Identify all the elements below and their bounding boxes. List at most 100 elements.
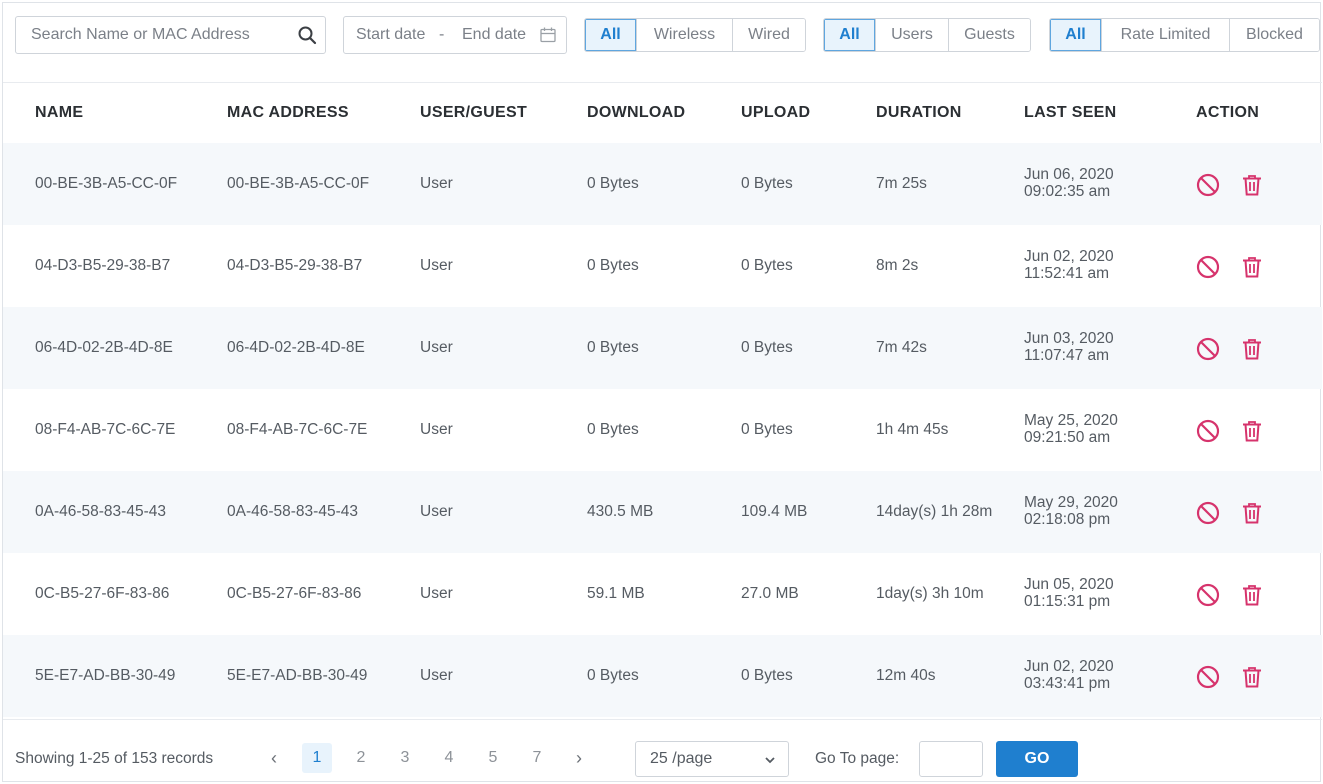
cell-user-guest: User: [420, 257, 453, 274]
filter-status-rate-limited[interactable]: Rate Limited: [1101, 19, 1229, 51]
last-seen-date: Jun 03, 2020: [1024, 330, 1114, 347]
column-header-mac[interactable]: MAC ADDRESS: [227, 83, 349, 143]
last-seen-time: 01:15:31 pm: [1024, 593, 1111, 610]
filter-type-guests[interactable]: Guests: [948, 19, 1030, 51]
filter-status-blocked[interactable]: Blocked: [1229, 19, 1319, 51]
trash-icon[interactable]: [1240, 501, 1264, 525]
cell-mac: 0C-B5-27-6F-83-86: [227, 585, 362, 602]
block-icon[interactable]: [1196, 173, 1220, 197]
prev-page-button[interactable]: ‹: [259, 743, 289, 773]
trash-icon[interactable]: [1240, 583, 1264, 607]
trash-icon[interactable]: [1240, 337, 1264, 361]
cell-name: 00-BE-3B-A5-CC-0F: [35, 175, 178, 192]
cell-download: 59.1 MB: [587, 585, 645, 602]
page-7[interactable]: 7: [522, 743, 552, 773]
trash-icon[interactable]: [1240, 173, 1264, 197]
table-row[interactable]: 0C-B5-27-6F-83-86 0C-B5-27-6F-83-86 User…: [3, 553, 1322, 635]
cell-last-seen: Jun 05, 2020 01:15:31 pm: [1024, 576, 1114, 610]
cell-mac: 5E-E7-AD-BB-30-49: [227, 667, 368, 684]
table-row[interactable]: 0A-46-58-83-45-43 0A-46-58-83-45-43 User…: [3, 471, 1322, 553]
cell-duration: 8m 2s: [876, 257, 919, 274]
next-page-button[interactable]: ›: [564, 743, 594, 773]
page-3[interactable]: 3: [390, 743, 420, 773]
last-seen-date: Jun 05, 2020: [1024, 576, 1114, 593]
block-icon[interactable]: [1196, 665, 1220, 689]
cell-mac: 04-D3-B5-29-38-B7: [227, 257, 363, 274]
cell-mac: 06-4D-02-2B-4D-8E: [227, 339, 365, 356]
start-date-field[interactable]: Start date: [356, 17, 425, 53]
column-header-user-guest[interactable]: USER/GUEST: [420, 83, 527, 143]
cell-user-guest: User: [420, 175, 453, 192]
block-icon[interactable]: [1196, 337, 1220, 361]
status-filter: All Rate Limited Blocked: [1049, 18, 1320, 52]
filter-toolbar: Search Name or MAC Address Start date - …: [3, 3, 1322, 83]
column-header-last-seen[interactable]: LAST SEEN: [1024, 83, 1117, 143]
last-seen-date: May 25, 2020: [1024, 412, 1118, 429]
search-placeholder: Search Name or MAC Address: [31, 26, 250, 43]
goto-page-input[interactable]: [919, 741, 983, 777]
last-seen-date: Jun 02, 2020: [1024, 658, 1114, 675]
trash-icon[interactable]: [1240, 419, 1264, 443]
page-4[interactable]: 4: [434, 743, 464, 773]
column-header-duration[interactable]: DURATION: [876, 83, 962, 143]
cell-last-seen: Jun 02, 2020 03:43:41 pm: [1024, 658, 1114, 692]
filter-type-users[interactable]: Users: [875, 19, 948, 51]
table-row[interactable]: 04-D3-B5-29-38-B7 04-D3-B5-29-38-B7 User…: [3, 225, 1322, 307]
search-input[interactable]: Search Name or MAC Address: [15, 16, 326, 54]
cell-last-seen: May 25, 2020 09:21:50 am: [1024, 412, 1118, 446]
cell-user-guest: User: [420, 339, 453, 356]
table-row[interactable]: 06-4D-02-2B-4D-8E 06-4D-02-2B-4D-8E User…: [3, 307, 1322, 389]
cell-upload: 0 Bytes: [741, 421, 793, 438]
filter-status-all[interactable]: All: [1050, 19, 1101, 51]
cell-user-guest: User: [420, 503, 453, 520]
trash-icon[interactable]: [1240, 665, 1264, 689]
trash-icon[interactable]: [1240, 255, 1264, 279]
cell-upload: 0 Bytes: [741, 257, 793, 274]
last-seen-date: May 29, 2020: [1024, 494, 1118, 511]
go-button[interactable]: GO: [996, 741, 1078, 777]
table-row[interactable]: 5E-E7-AD-BB-30-49 5E-E7-AD-BB-30-49 User…: [3, 635, 1322, 717]
filter-connection-all[interactable]: All: [585, 19, 636, 51]
clients-panel: Search Name or MAC Address Start date - …: [2, 2, 1322, 783]
cell-duration: 7m 25s: [876, 175, 927, 192]
search-icon[interactable]: [297, 25, 317, 45]
end-date-field[interactable]: End date: [462, 17, 526, 53]
cell-user-guest: User: [420, 667, 453, 684]
cell-duration: 12m 40s: [876, 667, 936, 684]
block-icon[interactable]: [1196, 501, 1220, 525]
column-header-name[interactable]: NAME: [35, 83, 83, 143]
cell-upload: 0 Bytes: [741, 175, 793, 192]
block-icon[interactable]: [1196, 583, 1220, 607]
cell-name: 0A-46-58-83-45-43: [35, 503, 166, 520]
cell-last-seen: May 29, 2020 02:18:08 pm: [1024, 494, 1118, 528]
page-2[interactable]: 2: [346, 743, 376, 773]
last-seen-time: 09:02:35 am: [1024, 183, 1111, 200]
table-row[interactable]: 08-F4-AB-7C-6C-7E 08-F4-AB-7C-6C-7E User…: [3, 389, 1322, 471]
cell-name: 06-4D-02-2B-4D-8E: [35, 339, 173, 356]
filter-connection-wired[interactable]: Wired: [732, 19, 805, 51]
date-range-picker[interactable]: Start date - End date: [343, 16, 567, 54]
block-icon[interactable]: [1196, 255, 1220, 279]
cell-last-seen: Jun 03, 2020 11:07:47 am: [1024, 330, 1114, 364]
column-header-download[interactable]: DOWNLOAD: [587, 83, 685, 143]
page-size-select[interactable]: 25 /page: [635, 741, 789, 777]
cell-user-guest: User: [420, 421, 453, 438]
cell-name: 08-F4-AB-7C-6C-7E: [35, 421, 176, 438]
filter-type-all[interactable]: All: [824, 19, 875, 51]
cell-download: 0 Bytes: [587, 339, 639, 356]
page-1[interactable]: 1: [302, 743, 332, 773]
block-icon[interactable]: [1196, 419, 1220, 443]
page-5[interactable]: 5: [478, 743, 508, 773]
last-seen-date: Jun 02, 2020: [1024, 248, 1114, 265]
filter-connection-wireless[interactable]: Wireless: [636, 19, 732, 51]
column-header-action: ACTION: [1196, 104, 1260, 121]
cell-duration: 14day(s) 1h 28m: [876, 503, 993, 520]
table-row[interactable]: 00-BE-3B-A5-CC-0F 00-BE-3B-A5-CC-0F User…: [3, 143, 1322, 225]
cell-download: 0 Bytes: [587, 421, 639, 438]
column-header-upload[interactable]: UPLOAD: [741, 83, 810, 143]
cell-last-seen: Jun 02, 2020 11:52:41 am: [1024, 248, 1114, 282]
last-seen-date: Jun 06, 2020: [1024, 166, 1114, 183]
pagination-bar: Showing 1-25 of 153 records ‹ 1 2 3 4 5 …: [3, 719, 1322, 783]
calendar-icon[interactable]: [539, 26, 557, 44]
last-seen-time: 03:43:41 pm: [1024, 675, 1111, 692]
